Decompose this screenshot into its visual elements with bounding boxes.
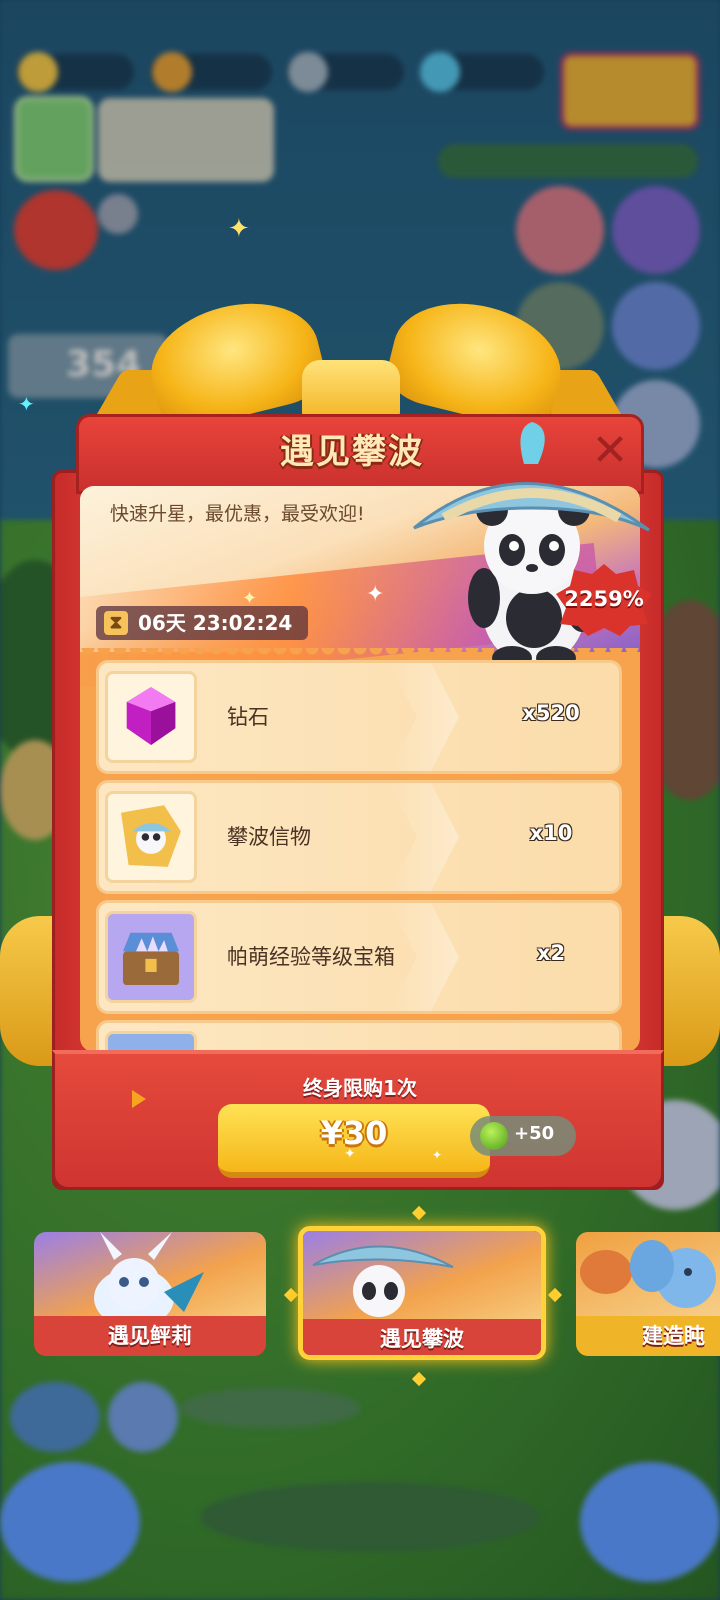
item-name: 攀波信物 <box>227 825 311 849</box>
countdown-value: 06天 23:02:24 <box>138 611 293 635</box>
hud-chat-bar <box>200 1482 540 1552</box>
row-chevron-decoration <box>389 903 459 1011</box>
panda-illustration <box>312 1245 454 1317</box>
item-name: 钻石 <box>227 705 269 729</box>
item-icon-frame <box>105 791 197 883</box>
buy-button[interactable]: ¥30 ✦ ✦ <box>218 1104 490 1178</box>
treasure-chest-icon <box>122 932 180 986</box>
hud-button <box>10 1382 100 1452</box>
sparkle-icon: ✦ <box>344 1146 356 1162</box>
offer-description: 快速升星，最优惠，最受欢迎! <box>110 503 365 525</box>
bottom-hud <box>0 1372 720 1600</box>
sparkle-icon: ✦ <box>228 214 250 244</box>
tab-art <box>303 1231 541 1319</box>
discount-value: 2259% <box>564 587 644 611</box>
countdown-timer: ⧗ 06天 23:02:24 <box>96 606 308 640</box>
sparkle-icon: ✦ <box>432 1148 443 1162</box>
tab-label: 遇见攀波 <box>303 1319 541 1355</box>
item-quantity: x520 <box>522 701 580 725</box>
hud-text-bar <box>180 1388 360 1428</box>
tab-art <box>34 1232 266 1328</box>
item-icon-frame <box>105 911 197 1003</box>
hud-button <box>580 1462 720 1582</box>
green-orb-icon <box>480 1122 508 1150</box>
creature-illustration <box>94 1232 204 1328</box>
tab-art <box>576 1232 720 1316</box>
bonus-value: +50 <box>514 1123 555 1144</box>
item-quantity: x2 <box>536 941 566 965</box>
gem-icon <box>126 687 176 746</box>
discount-badge: 2259% <box>554 562 654 636</box>
list-item: 钻石 x520 <box>96 660 622 774</box>
sparkle-icon: ✦ <box>242 588 258 609</box>
arrow-marker-icon <box>132 1090 146 1108</box>
sparkle-icon: ✦ <box>18 392 35 416</box>
tab-meet-panda[interactable]: 遇见攀波 <box>298 1226 546 1360</box>
row-chevron-decoration <box>389 783 459 891</box>
tab-build[interactable]: 建造盹 <box>576 1232 720 1356</box>
hud-button <box>108 1382 178 1452</box>
hud-button <box>0 1462 140 1582</box>
panda-token-icon <box>121 805 181 867</box>
list-item: 帕萌经验等级宝箱 x2 <box>96 900 622 1014</box>
tab-meet-creature[interactable]: 遇见鲆莉 <box>34 1232 266 1356</box>
list-item <box>96 1020 622 1052</box>
bonus-points-pill: +50 <box>470 1116 576 1156</box>
hourglass-icon: ⧗ <box>104 611 128 635</box>
item-quantity: x10 <box>529 821 573 845</box>
item-icon-frame <box>105 1031 197 1052</box>
item-name: 帕萌经验等级宝箱 <box>227 945 395 969</box>
sparkle-icon: ✦ <box>366 582 385 607</box>
tab-label: 建造盹 <box>576 1316 720 1356</box>
tab-label: 遇见鲆莉 <box>34 1316 266 1356</box>
item-icon-frame <box>105 671 197 763</box>
list-item: 攀波信物 x10 <box>96 780 622 894</box>
reward-list[interactable]: 钻石 x520 攀波信物 x10 帕萌经验等级宝箱 x2 <box>96 660 622 1052</box>
elephant-illustration <box>580 1240 716 1308</box>
purchase-limit-text: 终身限购1次 <box>303 1076 417 1100</box>
row-chevron-decoration <box>389 663 459 771</box>
